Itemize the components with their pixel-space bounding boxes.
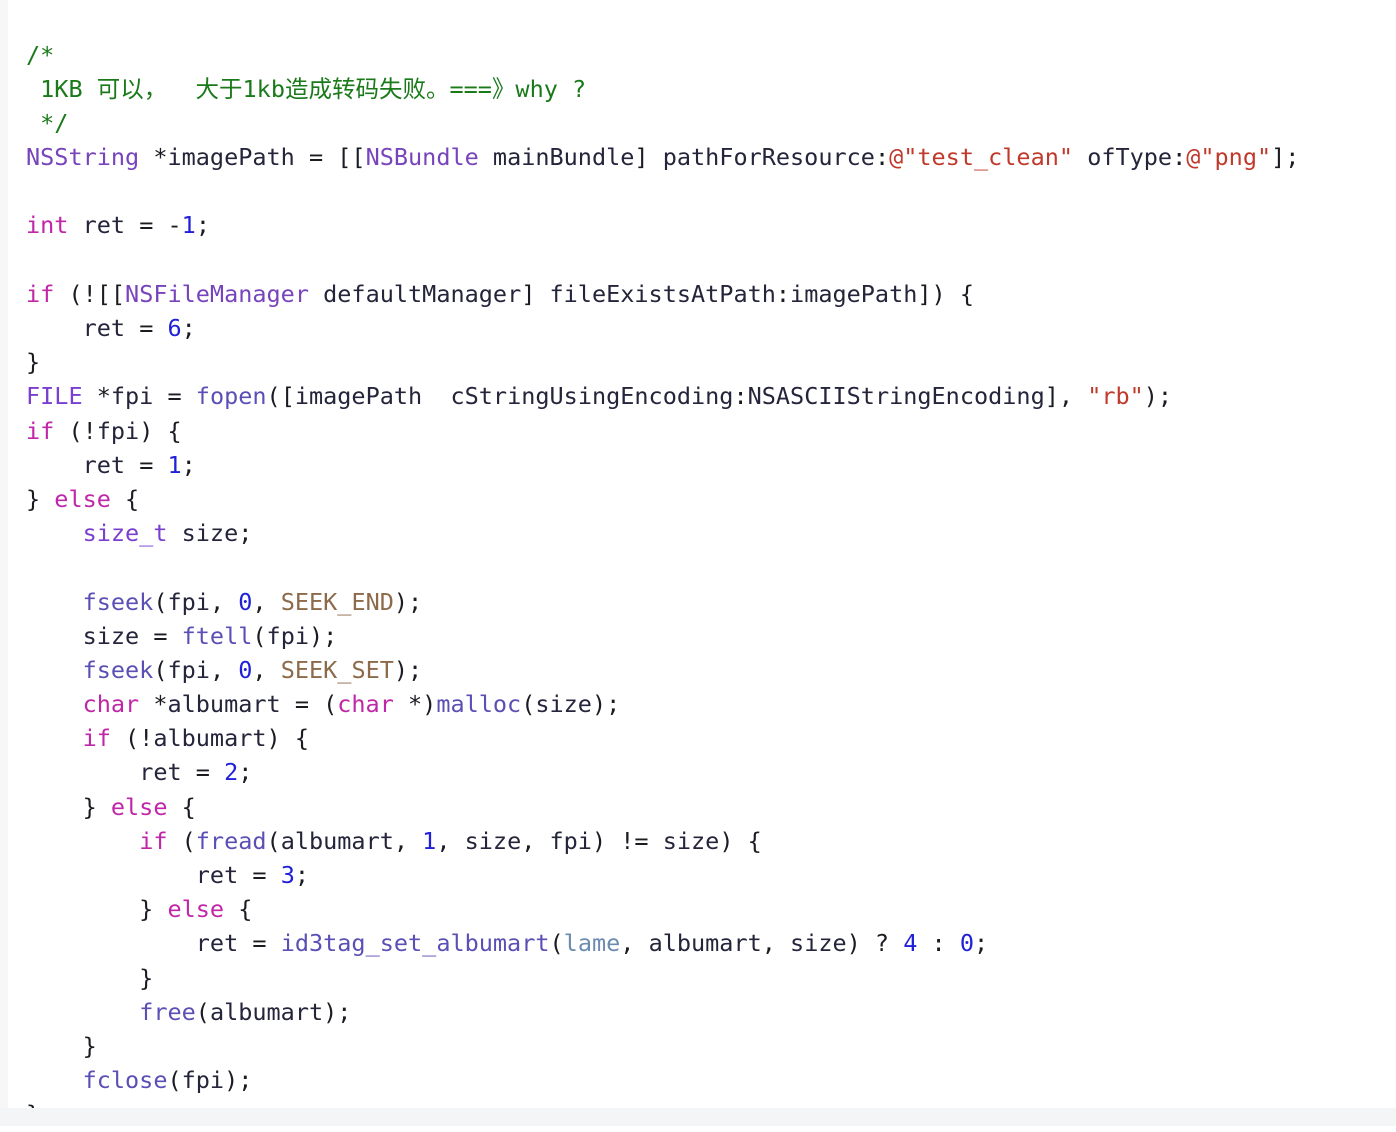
selector-mainbundle-token: mainBundle: [492, 143, 635, 172]
code-line-16-blank: [26, 550, 1396, 584]
function-fclose-token: fclose: [82, 1066, 168, 1095]
macro-seek-end-token: SEEK_END: [280, 587, 394, 616]
code-line-2: 1KB 可以， 大于1kb造成转码失败。===》why ?: [26, 72, 1396, 106]
macro-seek-set-token: SEEK_SET: [280, 655, 394, 684]
function-fseek-token: fseek: [82, 587, 154, 616]
identifier-ret-token: ret: [82, 211, 126, 240]
code-line-20: char *albumart = (char *)malloc(size);: [82, 690, 621, 719]
keyword-if-token: if: [26, 279, 55, 308]
code-line-14: } else {: [26, 484, 140, 513]
comment-open-token: /*: [26, 40, 55, 69]
function-fopen-token: fopen: [195, 382, 267, 411]
identifier-size-token: size: [181, 519, 239, 548]
code-line-12: if (!fpi) {: [26, 416, 182, 445]
selector-defaultmanager-token: defaultManager: [323, 279, 522, 308]
code-line-23: } else {: [26, 792, 196, 821]
code-line-26: } else {: [26, 895, 253, 924]
code-line-4: NSString *imagePath = [[NSBundle mainBun…: [26, 143, 1300, 172]
code-line-17: fseek(fpi, 0, SEEK_END);: [82, 587, 423, 616]
code-line-8: if (![[NSFileManager defaultManager] fil…: [26, 279, 974, 308]
comment-body-token: 1KB 可以， 大于1kb造成转码失败。===》why ?: [26, 74, 587, 103]
selector-pathforresource-token: pathForResource: [662, 143, 875, 172]
function-fread-token: fread: [195, 826, 267, 855]
selector-fileexistsatpath-token: fileExistsAtPath: [549, 279, 776, 308]
function-id3tag-set-albumart-token: id3tag_set_albumart: [280, 929, 550, 958]
number-1-token: 1: [181, 211, 196, 240]
string-rb-token: "rb": [1087, 382, 1144, 411]
code-line-24: if (fread(albumart, 1, size, fpi) != siz…: [139, 826, 762, 855]
code-line-13: ret = 1;: [82, 450, 196, 479]
comment-close-token: */: [26, 108, 69, 137]
class-nsstring-token: NSString: [26, 143, 140, 172]
keyword-char-token: char: [82, 690, 140, 719]
function-free-token: free: [139, 997, 196, 1026]
code-line-5-blank: [26, 174, 1396, 208]
code-line-28: }: [26, 963, 154, 992]
code-line-31: fclose(fpi);: [82, 1066, 253, 1095]
global-lame-token: lame: [563, 929, 621, 958]
identifier-albumart-token: albumart: [167, 690, 281, 719]
selector-cstringusingencoding-token: cStringUsingEncoding: [450, 382, 734, 411]
class-file-token: FILE: [26, 382, 83, 411]
class-nsfilemanager-token: NSFileManager: [125, 279, 309, 308]
keyword-else-token: else: [54, 484, 111, 513]
bottom-band: [0, 1108, 1396, 1126]
code-viewer: /* 1KB 可以， 大于1kb造成转码失败。===》why ? */ NSStr…: [0, 0, 1396, 1128]
identifier-imagepath-token: imagePath: [167, 143, 295, 172]
code-line-6: int ret = -1;: [26, 211, 210, 240]
code-line-15: size_t size;: [82, 519, 253, 548]
code-line-29: free(albumart);: [139, 997, 352, 1026]
code-line-11: FILE *fpi = fopen([imagePath cStringUsin…: [26, 382, 1173, 411]
code-line-18: size = ftell(fpi);: [82, 621, 338, 650]
number-6-token: 6: [167, 314, 182, 342]
code-line-9: ret = 6;: [82, 314, 196, 342]
type-size-t-token: size_t: [82, 519, 168, 548]
identifier-fpi-token: fpi: [110, 382, 154, 411]
function-ftell-token: ftell: [181, 621, 253, 650]
code-line-19: fseek(fpi, 0, SEEK_SET);: [82, 655, 423, 684]
string-png-token: @"png": [1186, 143, 1272, 172]
selector-oftype-token: ofType: [1087, 143, 1173, 172]
code-content[interactable]: /* 1KB 可以， 大于1kb造成转码失败。===》why ? */ NSStr…: [0, 38, 1396, 1132]
code-line-27: ret = id3tag_set_albumart(lame, albumart…: [195, 929, 989, 958]
code-line-25: ret = 3;: [195, 861, 309, 889]
function-malloc-token: malloc: [436, 690, 522, 719]
keyword-int-token: int: [26, 211, 69, 240]
code-line-3: */: [26, 106, 1396, 140]
class-nsbundle-token: NSBundle: [365, 143, 479, 172]
code-line-10: }: [26, 348, 41, 377]
code-line-1: /*: [26, 38, 1396, 72]
code-line-22: ret = 2;: [139, 758, 253, 787]
code-line-7-blank: [26, 243, 1396, 277]
string-test-clean-token: @"test_clean": [889, 143, 1074, 172]
code-line-30: }: [26, 1031, 97, 1060]
code-line-21: if (!albumart) {: [82, 724, 309, 753]
constant-nsasciistringencoding-token: NSASCIIStringEncoding: [747, 382, 1045, 411]
